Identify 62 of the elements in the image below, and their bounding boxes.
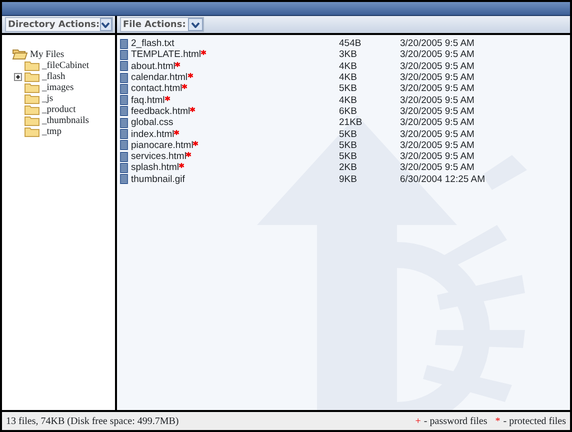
folder-icon: [24, 104, 40, 115]
file-size: 4KB: [339, 72, 358, 84]
folder-name[interactable]: _product: [42, 104, 76, 114]
file-name[interactable]: pianocare.html: [131, 140, 194, 151]
legend-text: - protected files: [503, 416, 566, 426]
file-name[interactable]: services.html: [131, 151, 186, 162]
file-name[interactable]: index.html: [131, 128, 174, 140]
file-size: 6KB: [339, 106, 358, 117]
status-summary: 13 files, 74KB (Disk free space: 499.7MB): [6, 416, 179, 426]
folder-icon: [24, 115, 40, 126]
file-date: 3/20/2005 9:5 AM: [400, 60, 474, 72]
file-size: 5KB: [339, 151, 358, 162]
file-date: 3/20/2005 9:5 AM: [400, 140, 474, 151]
file-date: 3/20/2005 9:5 AM: [400, 49, 474, 60]
file-date: 6/30/2004 12:25 AM: [400, 174, 486, 185]
file-size: 454B: [339, 38, 362, 50]
file-date: 3/20/2005 9:5 AM: [400, 151, 474, 162]
directory-actions-dropdown[interactable]: Directory Actions:: [5, 17, 113, 32]
file-date: 3/20/2005 9:5 AM: [400, 162, 474, 174]
file-date: 3/20/2005 9:5 AM: [400, 106, 474, 117]
file-date: 3/20/2005 9:5 AM: [400, 38, 474, 50]
file-size: 4KB: [339, 60, 358, 72]
file-date: 3/20/2005 9:5 AM: [400, 117, 474, 128]
file-size: 21KB: [339, 117, 364, 128]
folder-name[interactable]: _thumbnails: [42, 116, 89, 126]
file-name[interactable]: feedback.html: [131, 106, 190, 117]
folder-name[interactable]: My Files: [30, 50, 64, 60]
legend-symbol: *: [495, 416, 500, 426]
file-name[interactable]: global.css: [131, 117, 174, 128]
folder-icon: [24, 93, 40, 104]
file-actions-dropdown[interactable]: File Actions:: [120, 17, 204, 32]
file-name[interactable]: thumbnail.gif: [131, 174, 185, 185]
folder-name[interactable]: _tmp: [42, 126, 62, 136]
expand-icon[interactable]: [14, 72, 22, 80]
file-size: 5KB: [339, 128, 358, 140]
legend-text: - password files: [424, 416, 488, 426]
file-name[interactable]: faq.html: [131, 94, 165, 106]
folder-name[interactable]: _flash: [42, 72, 66, 82]
folder-icon: [24, 71, 40, 82]
file-name[interactable]: contact.html: [131, 83, 182, 94]
file-size: 2KB: [339, 162, 358, 174]
file-name[interactable]: 2_flash.txt: [131, 38, 174, 50]
file-date: 3/20/2005 9:5 AM: [400, 94, 474, 106]
folder-name[interactable]: _images: [42, 82, 74, 92]
legend-symbol: +: [415, 416, 421, 426]
file-name[interactable]: calendar.html: [131, 72, 188, 84]
folder-icon: [24, 126, 40, 137]
file-date: 3/20/2005 9:5 AM: [400, 72, 474, 84]
folder-name[interactable]: _js: [42, 94, 54, 104]
file-size: 5KB: [339, 83, 358, 94]
file-size: 3KB: [339, 49, 358, 60]
file-name[interactable]: about.html: [131, 60, 176, 72]
folder-icon: [24, 82, 40, 93]
folder-name[interactable]: _fileCabinet: [42, 60, 89, 70]
folder-icon: [24, 60, 40, 71]
file-date: 3/20/2005 9:5 AM: [400, 83, 474, 94]
file-size: 4KB: [339, 94, 358, 106]
file-name[interactable]: splash.html: [131, 162, 180, 174]
file-size: 9KB: [339, 174, 358, 185]
file-name[interactable]: TEMPLATE.html: [131, 49, 202, 60]
file-date: 3/20/2005 9:5 AM: [400, 128, 474, 140]
file-size: 5KB: [339, 140, 358, 151]
